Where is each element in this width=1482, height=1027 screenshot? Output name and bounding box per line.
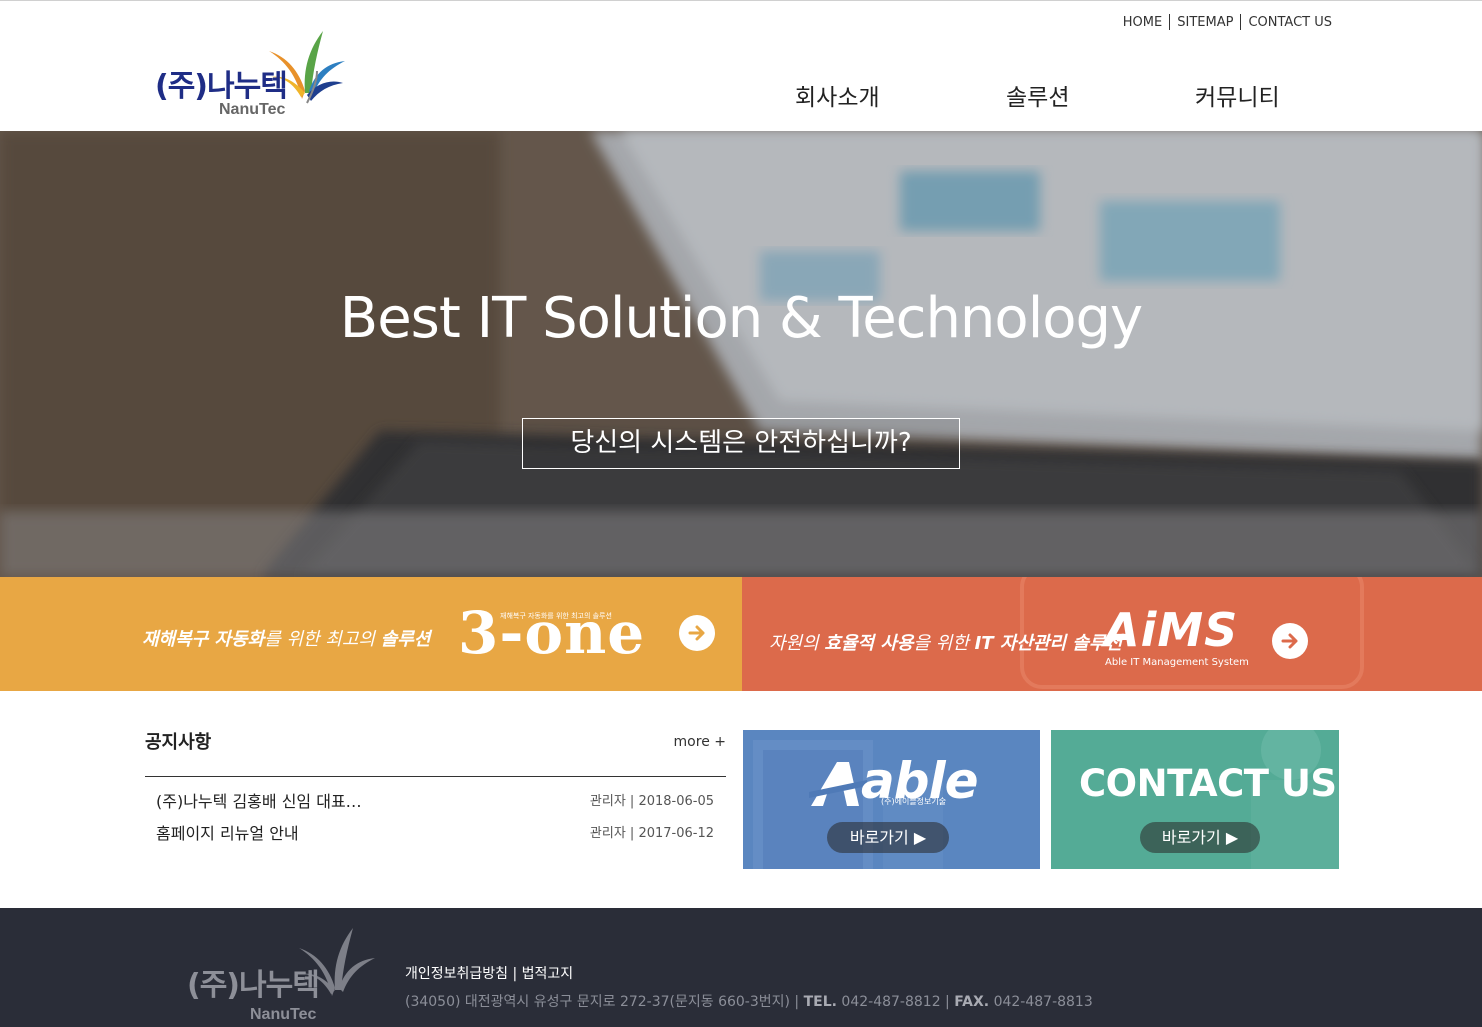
footer-address: (34050) 대전광역시 유성구 문지로 272-37(문지동 660-3번지… xyxy=(405,991,1093,1011)
laptop-background-image xyxy=(0,131,1482,577)
tel-number: 042-487-8812 | xyxy=(836,994,955,1010)
able-subtitle: (주)에이블정보기술 xyxy=(881,797,947,806)
notice-more-link[interactable]: more + xyxy=(674,734,726,750)
site-header: (주)나누텍 NanuTec HOME SITEMAP CONTACT US 회… xyxy=(0,0,1482,131)
notice-row-meta: 관리자 | 2018-06-05 xyxy=(589,794,714,809)
brand-aims-subtitle: Able IT Management System xyxy=(1105,657,1249,668)
legal-notice-link[interactable]: 법적고지 xyxy=(522,966,574,982)
logo-subtext: NanuTec xyxy=(219,101,286,118)
banner-aims[interactable]: 자원의 효율적 사용을 위한 IT 자산관리 솔루션 AiMS Able IT … xyxy=(742,577,1482,691)
footer-logo-subtext: NanuTec xyxy=(250,1006,317,1023)
privacy-policy-link[interactable]: 개인정보취급방침 xyxy=(405,966,508,982)
hero-question-button[interactable]: 당신의 시스템은 안전하십니까? xyxy=(522,418,960,469)
banner-aims-caption: 자원의 효율적 사용을 위한 IT 자산관리 솔루션 xyxy=(769,629,1122,655)
promo-able[interactable]: able (주)에이블정보기술 바로가기 ▶ xyxy=(743,730,1040,869)
fax-number: 042-487-8813 xyxy=(989,994,1093,1010)
nav-company[interactable]: 회사소개 xyxy=(795,78,880,112)
notice-row-title[interactable]: 홈페이지 리뉴얼 안내 xyxy=(156,820,299,844)
caption-pre: 자원의 xyxy=(769,633,825,654)
nav-community[interactable]: 커뮤니티 xyxy=(1195,78,1280,112)
able-go-button[interactable]: 바로가기 ▶ xyxy=(827,822,949,853)
banner-3one[interactable]: 재해복구 자동화를 위한 최고의 솔루션 재해복구 자동화를 위한 최고의 솔루… xyxy=(0,577,742,691)
logo-text: (주)나누텍 xyxy=(155,69,288,104)
caption-bold: 재해복구 자동화 xyxy=(142,629,265,650)
contact-go-button[interactable]: 바로가기 ▶ xyxy=(1140,822,1260,853)
divider: | xyxy=(512,966,518,982)
notice-row[interactable]: 홈페이지 리뉴얼 안내 관리자 | 2017-06-12 xyxy=(145,820,726,846)
notice-board: 공지사항 more + (주)나누텍 김홍배 신임 대표… 관리자 | 2018… xyxy=(145,728,726,843)
promo-contact[interactable]: CONTACT US 바로가기 ▶ xyxy=(1051,730,1339,869)
fax-label: FAX. xyxy=(954,994,990,1010)
site-logo[interactable]: (주)나누텍 NanuTec xyxy=(155,21,355,121)
nav-solution[interactable]: 솔루션 xyxy=(1006,78,1069,112)
caption-bold: IT 자산관리 솔루션 xyxy=(974,633,1123,654)
util-sitemap-link[interactable]: SITEMAP xyxy=(1170,15,1240,30)
able-a-icon xyxy=(809,762,867,806)
address-text: (34050) 대전광역시 유성구 문지로 272-37(문지동 660-3번지… xyxy=(405,994,804,1010)
contact-us-title: CONTACT US xyxy=(1079,762,1337,805)
util-contact-link[interactable]: CONTACT US xyxy=(1241,15,1339,30)
notice-row-meta: 관리자 | 2017-06-12 xyxy=(589,826,714,841)
notice-row-title[interactable]: (주)나누텍 김홍배 신임 대표… xyxy=(156,788,362,812)
hero-title: Best IT Solution & Technology xyxy=(339,286,1143,351)
arrow-right-icon[interactable] xyxy=(1272,623,1308,659)
arrow-right-icon[interactable] xyxy=(679,615,715,651)
site-footer: (주)나누텍 NanuTec 개인정보취급방침 | 법적고지 (34050) 대… xyxy=(0,908,1482,1027)
tel-label: TEL. xyxy=(803,994,837,1010)
hero-banner: Best IT Solution & Technology 당신의 시스템은 안… xyxy=(0,131,1482,577)
banner-3one-caption: 재해복구 자동화를 위한 최고의 솔루션 xyxy=(142,625,430,651)
caption-mid: 를 위한 최고의 xyxy=(264,629,381,650)
utility-links: HOME SITEMAP CONTACT US xyxy=(1116,14,1339,30)
footer-logo: (주)나누텍 NanuTec xyxy=(187,918,387,1023)
footer-links: 개인정보취급방침 | 법적고지 xyxy=(405,963,573,983)
brand-3one-logo: 3-one xyxy=(458,599,646,667)
brand-aims-logo: AiMS xyxy=(1104,603,1239,657)
notice-title: 공지사항 xyxy=(145,732,212,753)
caption-mid: 을 위한 xyxy=(913,633,975,654)
divider xyxy=(145,776,726,777)
footer-logo-text: (주)나누텍 xyxy=(187,968,320,1003)
caption-bold: 솔루션 xyxy=(380,629,431,650)
util-home-link[interactable]: HOME xyxy=(1116,15,1169,30)
caption-bold: 효율적 사용 xyxy=(824,633,914,654)
notice-row[interactable]: (주)나누텍 김홍배 신임 대표… 관리자 | 2018-06-05 xyxy=(145,788,726,814)
